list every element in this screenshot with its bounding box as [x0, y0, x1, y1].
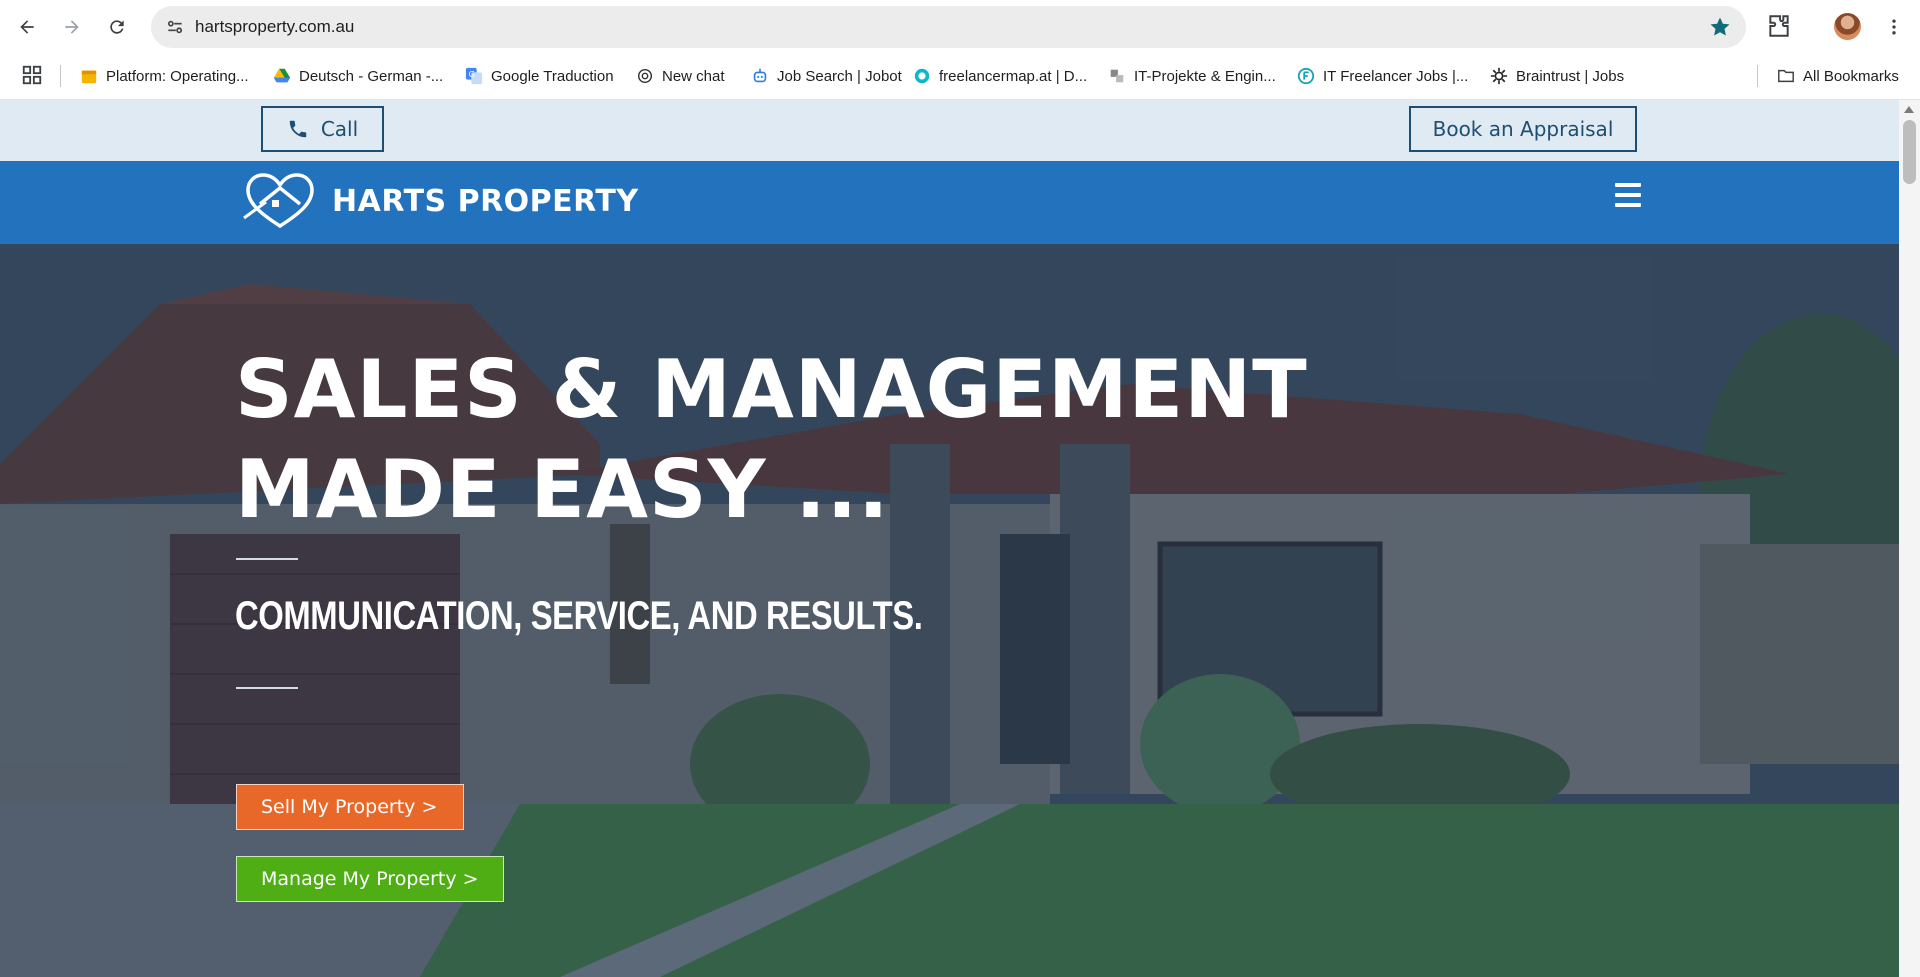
bookmark-item[interactable]: Platform: Operating...	[80, 63, 249, 89]
profile-avatar[interactable]	[1834, 13, 1861, 40]
openai-icon	[637, 68, 653, 84]
bookmark-item[interactable]: Braintrust | Jobs	[1490, 63, 1624, 89]
reload-icon	[110, 20, 124, 34]
bookmarks-bar: Platform: Operating... Deutsch - German …	[0, 53, 1920, 100]
bookmark-item[interactable]: IT-Projekte & Engin...	[1108, 63, 1276, 89]
bookmark-label: New chat	[662, 67, 725, 85]
site-logo[interactable]: HARTS PROPERTY	[242, 171, 639, 231]
hero-section: SALES & MANAGEMENT MADE EASY ... COMMUNI…	[0, 244, 1899, 977]
divider-line	[236, 687, 298, 689]
book-appraisal-button[interactable]: Book an Appraisal	[1409, 106, 1637, 152]
url-text[interactable]: hartsproperty.com.au	[195, 17, 354, 37]
bookmarks-divider	[1757, 65, 1758, 87]
appraisal-label: Book an Appraisal	[1432, 117, 1614, 141]
scroll-up-arrow-icon[interactable]	[1904, 106, 1914, 113]
all-bookmarks-button[interactable]: All Bookmarks	[1777, 63, 1899, 89]
bookmark-star-icon[interactable]	[1708, 15, 1732, 39]
bookmark-item[interactable]: New chat	[636, 63, 725, 89]
arrow-left-icon	[20, 20, 34, 34]
braintrust-icon	[1490, 67, 1508, 85]
address-bar[interactable]: hartsproperty.com.au	[151, 6, 1746, 48]
svg-text:G: G	[469, 69, 475, 79]
bookmark-label: IT Freelancer Jobs |...	[1323, 67, 1469, 85]
heart-house-logo-icon	[243, 173, 314, 229]
hero-subtitle: COMMUNICATION, SERVICE, AND RESULTS.	[235, 594, 923, 638]
back-button[interactable]	[12, 12, 42, 42]
sell-my-property-button[interactable]: Sell My Property >	[236, 784, 464, 830]
freelancermap-icon	[914, 68, 930, 84]
browser-toolbar: hartsproperty.com.au	[0, 0, 1920, 53]
arrow-right-icon	[65, 20, 79, 34]
menu-kebab-icon[interactable]	[1884, 15, 1904, 39]
bookmark-item[interactable]: IT Freelancer Jobs |...	[1297, 63, 1468, 89]
bookmarks-divider	[60, 65, 61, 87]
headline-line-2: MADE EASY ...	[235, 443, 890, 536]
page-viewport: Call Book an Appraisal HARTS PROPERTY SA…	[0, 100, 1899, 977]
all-bookmarks-label: All Bookmarks	[1803, 67, 1899, 85]
call-button[interactable]: Call	[261, 106, 384, 152]
box-icon	[81, 70, 97, 84]
apps-grid-icon[interactable]	[21, 64, 43, 86]
contact-bar: Call Book an Appraisal	[0, 100, 1899, 161]
phone-icon	[289, 120, 307, 138]
page-scrollbar[interactable]	[1899, 100, 1920, 977]
bookmark-label: Deutsch - German -...	[299, 67, 444, 85]
site-settings-icon[interactable]	[165, 17, 185, 37]
drive-icon	[273, 68, 291, 83]
reload-button[interactable]	[102, 12, 132, 42]
headline-line-1: SALES & MANAGEMENT	[235, 343, 1308, 436]
site-header: HARTS PROPERTY	[0, 161, 1899, 244]
bookmark-label: Platform: Operating...	[106, 67, 249, 85]
bookmark-item[interactable]: Deutsch - German -...	[273, 63, 443, 89]
translate-icon: G	[465, 67, 483, 85]
bookmark-label: Job Search | Jobot	[777, 67, 902, 85]
bookmark-label: Google Traduction	[491, 67, 614, 85]
manage-my-property-button[interactable]: Manage My Property >	[236, 856, 504, 902]
bookmark-label: Braintrust | Jobs	[1516, 67, 1625, 85]
it-icon	[1110, 69, 1124, 83]
extensions-icon[interactable]	[1766, 13, 1792, 39]
bookmark-label: freelancermap.at | D...	[939, 67, 1088, 85]
forward-button[interactable]	[57, 12, 87, 42]
bookmark-label: IT-Projekte & Engin...	[1134, 67, 1276, 85]
logo-text: HARTS PROPERTY	[332, 183, 639, 219]
bookmark-item[interactable]: G Google Traduction	[465, 63, 614, 89]
bookmark-item[interactable]: freelancermap.at | D...	[913, 63, 1087, 89]
scroll-thumb[interactable]	[1903, 120, 1916, 184]
hero-headline: SALES & MANAGEMENT MADE EASY ...	[235, 340, 1308, 540]
freelancer-icon	[1297, 67, 1315, 85]
divider-line	[236, 558, 298, 560]
bookmark-item[interactable]: Job Search | Jobot	[751, 63, 902, 89]
folder-icon	[1778, 69, 1794, 83]
robot-icon	[753, 68, 767, 83]
hamburger-menu-icon[interactable]	[1615, 183, 1641, 207]
call-label: Call	[320, 117, 359, 141]
